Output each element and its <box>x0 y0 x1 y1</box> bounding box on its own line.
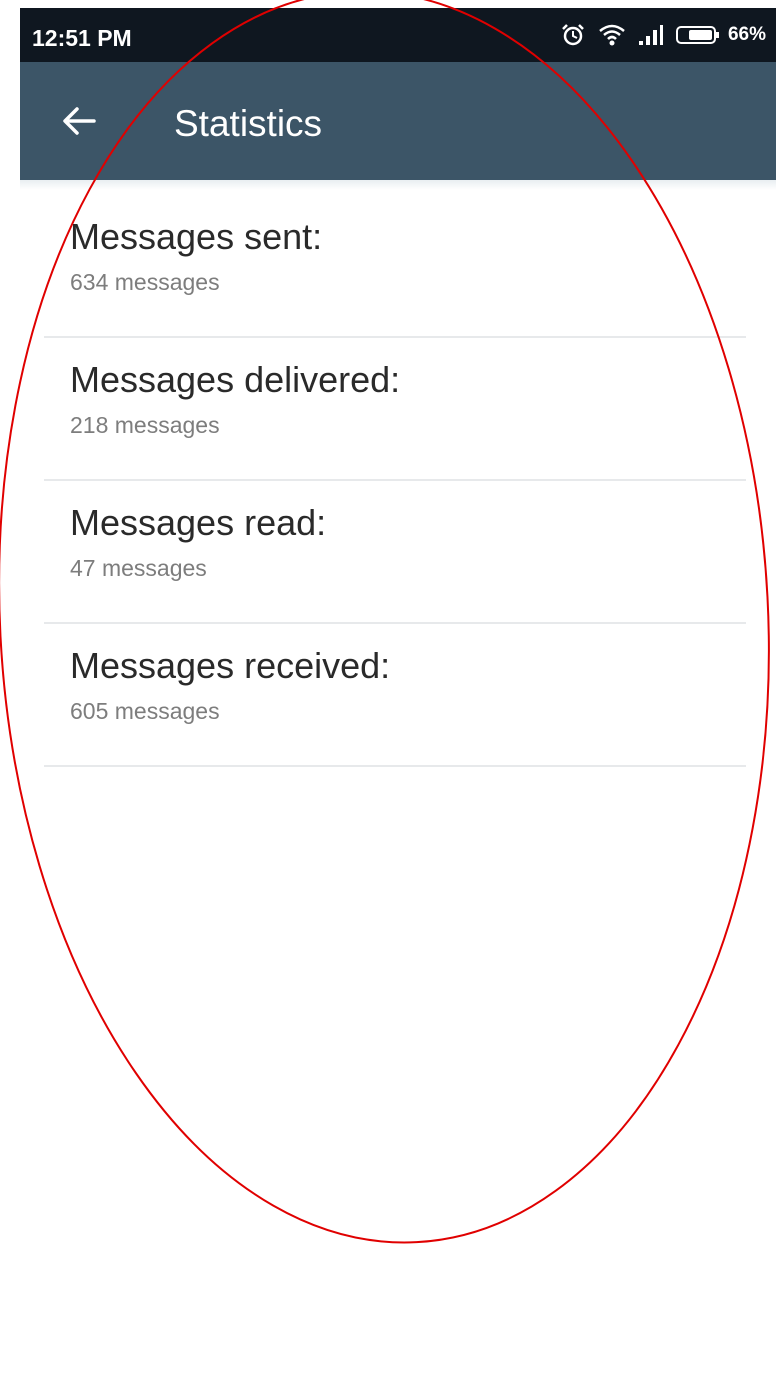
back-arrow-icon <box>62 106 96 141</box>
app-bar: Statistics <box>20 62 776 180</box>
stat-row-read: Messages read: 47 messages <box>44 481 746 624</box>
back-button[interactable] <box>54 98 104 148</box>
stat-label: Messages sent: <box>70 216 323 257</box>
stat-label: Messages delivered: <box>70 359 401 400</box>
stat-value: 47 messages <box>70 555 207 581</box>
stat-row-delivered: Messages delivered: 218 messages <box>44 338 746 481</box>
stats-list: Messages sent: 634 messages Messages del… <box>44 195 746 767</box>
status-time: 12:51 PM <box>32 25 132 51</box>
stat-value: 634 messages <box>70 269 220 295</box>
stat-value: 218 messages <box>70 412 220 438</box>
app-bar-shadow <box>20 180 776 190</box>
stat-value: 605 messages <box>70 698 220 724</box>
signal-icon <box>638 24 664 46</box>
stat-row-received: Messages received: 605 messages <box>44 624 746 767</box>
page-title: Statistics <box>174 103 323 144</box>
alarm-icon <box>560 22 586 48</box>
battery-percent: 66% <box>727 24 766 45</box>
wifi-icon <box>598 23 626 47</box>
status-bar: 12:51 PM 66% <box>20 8 776 62</box>
phone-screen: 12:51 PM 66% Statistics Messages sent: 6… <box>20 0 776 1390</box>
status-icons: 66% <box>560 20 766 50</box>
stat-label: Messages received: <box>70 645 391 686</box>
stat-label: Messages read: <box>70 502 327 543</box>
battery-icon <box>675 25 720 45</box>
stat-row-sent: Messages sent: 634 messages <box>44 195 746 338</box>
